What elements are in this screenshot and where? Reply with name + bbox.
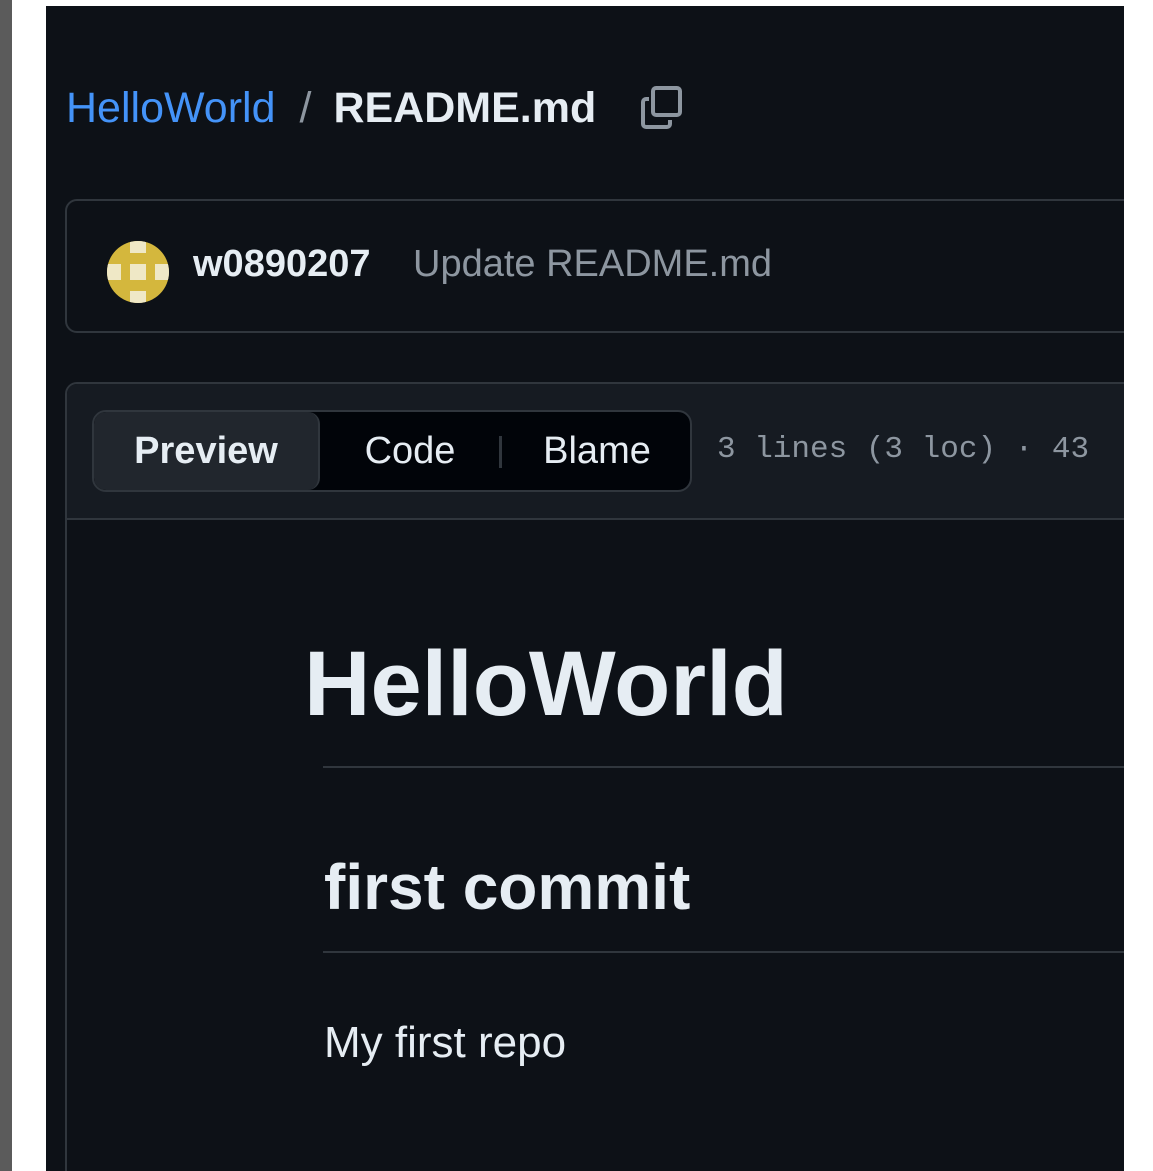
tab-blame[interactable]: Blame — [502, 412, 690, 490]
markdown-heading-2: first commit — [324, 851, 691, 923]
tab-preview[interactable]: Preview — [94, 412, 320, 490]
window-left-edge — [0, 0, 12, 1171]
breadcrumb-separator: / — [299, 83, 312, 132]
heading-2-divider — [323, 951, 1124, 953]
heading-1-divider — [323, 766, 1124, 768]
breadcrumb-file-name: README.md — [333, 83, 597, 132]
file-header: Preview Code Blame 3 lines (3 loc) · 43 — [67, 384, 1124, 520]
breadcrumb-repo-link[interactable]: HelloWorld — [66, 84, 276, 133]
github-file-page: HelloWorld / README.md w0890207 Update R… — [46, 6, 1124, 1171]
commit-message[interactable]: Update README.md — [413, 243, 772, 286]
commit-author[interactable]: w0890207 — [193, 243, 371, 286]
view-mode-toggle: Preview Code Blame — [92, 410, 692, 492]
copy-path-button[interactable] — [638, 84, 686, 132]
markdown-heading-1: HelloWorld — [304, 633, 788, 735]
file-line-info: 3 lines (3 loc) · 43 — [717, 432, 1090, 467]
latest-commit-box: w0890207 Update README.md — [65, 199, 1124, 333]
file-viewer: Preview Code Blame 3 lines (3 loc) · 43 — [65, 382, 1124, 1171]
avatar[interactable] — [107, 241, 169, 303]
markdown-paragraph: My first repo — [324, 1018, 567, 1067]
breadcrumb: HelloWorld / README.md — [66, 78, 686, 138]
copy-icon — [641, 86, 683, 129]
tab-code[interactable]: Code — [320, 412, 500, 490]
